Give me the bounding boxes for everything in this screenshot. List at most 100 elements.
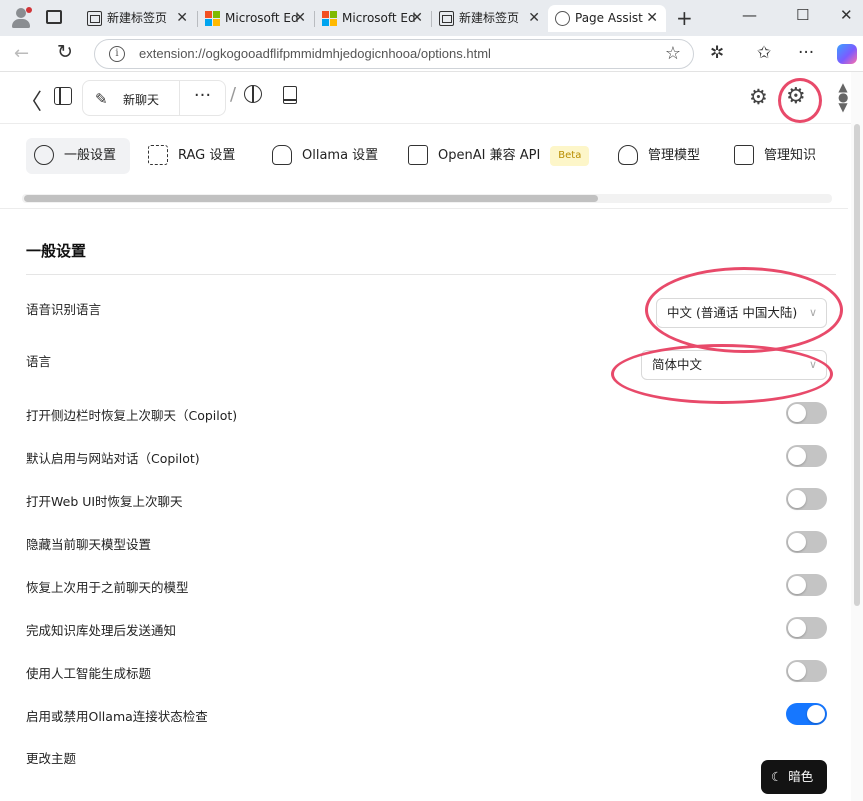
close-icon[interactable]: ✕ <box>294 5 306 32</box>
more-options-icon[interactable]: ··· <box>798 43 814 63</box>
path-separator: / <box>230 84 237 105</box>
chat-icon <box>555 11 570 26</box>
nav-label: Ollama 设置 <box>302 148 379 163</box>
browser-tab[interactable]: 新建标签页 ✕ <box>80 5 196 32</box>
book-icon[interactable] <box>283 86 297 104</box>
more-button[interactable]: ··· <box>180 80 226 116</box>
browser-tab[interactable]: Microsoft Ed ✕ <box>315 5 431 32</box>
moon-icon: ☾ <box>771 769 783 784</box>
tab-label: Microsoft Ed <box>225 11 299 25</box>
window-close-icon[interactable]: ✕ <box>840 6 853 24</box>
browser-tab-strip: 新建标签页 ✕ Microsoft Ed ✕ Microsoft Ed ✕ 新建… <box>0 0 863 36</box>
section-title: 一般设置 <box>26 242 87 260</box>
new-chat-label: 新聊天 <box>123 93 160 107</box>
address-bar[interactable]: i extension://ogkogooadflifpmmidmhjedogi… <box>94 39 694 69</box>
toggle-label: 默认启用与网站对话（Copilot) <box>26 451 200 466</box>
theme-label: 更改主题 <box>26 751 77 766</box>
toggle-label: 使用人工智能生成标题 <box>26 666 152 681</box>
knowledge-notify-toggle[interactable] <box>786 617 827 639</box>
reload-icon[interactable]: ↻ <box>57 41 73 63</box>
microsoft-icon <box>205 11 220 26</box>
nav-ollama-settings[interactable]: Ollama 设置 <box>272 138 392 174</box>
extensions-icon[interactable]: ✲ <box>710 43 724 63</box>
copilot-icon[interactable] <box>837 44 857 64</box>
settings-gear-icon[interactable]: ⚙ <box>749 85 768 109</box>
favorites-icon[interactable]: ✩ <box>757 43 771 63</box>
browser-tab-active[interactable]: Page Assist ✕ <box>548 5 666 32</box>
language-select[interactable]: 简体中文 ∨ <box>641 350 827 380</box>
nav-scrollbar[interactable] <box>22 194 832 203</box>
favorite-star-icon[interactable]: ☆ <box>665 43 681 64</box>
rag-icon <box>148 144 168 165</box>
settings-nav: 一般设置 RAG 设置 Ollama 设置 OpenAI 兼容 API Beta … <box>0 124 848 208</box>
theme-button-label: 暗色 <box>788 769 814 784</box>
new-chat-button[interactable]: ✎ 新聊天 <box>82 80 180 116</box>
toggle-label: 完成知识库处理后发送通知 <box>26 623 177 638</box>
select-value: 简体中文 <box>652 357 703 372</box>
general-settings-icon <box>34 144 54 165</box>
hide-model-settings-toggle[interactable] <box>786 531 827 553</box>
info-icon[interactable]: i <box>109 46 125 62</box>
nav-label: 管理知识 <box>764 148 817 163</box>
close-icon[interactable]: ✕ <box>411 5 423 32</box>
close-icon[interactable]: ✕ <box>176 5 188 32</box>
dark-theme-button[interactable]: ☾ 暗色 <box>761 760 827 794</box>
minimize-icon[interactable]: — <box>742 6 757 24</box>
ollama-status-check-toggle[interactable] <box>786 703 827 725</box>
nav-label: 管理模型 <box>648 148 701 163</box>
restore-model-toggle[interactable] <box>786 574 827 596</box>
toggle-label: 打开Web UI时恢复上次聊天 <box>26 494 183 509</box>
close-icon[interactable]: ✕ <box>646 5 658 32</box>
nav-label: OpenAI 兼容 API <box>438 148 541 163</box>
restore-chat-webui-toggle[interactable] <box>786 488 827 510</box>
nav-general-settings[interactable]: 一般设置 <box>26 138 130 174</box>
nav-manage-knowledge[interactable]: 管理知识 <box>734 138 834 174</box>
beta-badge: Beta <box>550 145 590 166</box>
edit-icon: ✎ <box>95 90 108 108</box>
toggle-label: 恢复上次用于之前聊天的模型 <box>26 580 189 595</box>
settings-icon[interactable]: ⚙ <box>786 84 806 109</box>
newtab-icon <box>87 11 102 26</box>
new-tab-button[interactable]: + <box>676 6 693 30</box>
nav-manage-models[interactable]: 管理模型 <box>618 138 718 174</box>
restore-chat-sidebar-toggle[interactable] <box>786 402 827 424</box>
scroll-arrows-icon: ▲ ● ▼ <box>838 80 849 114</box>
address-bar-row: ← ↻ i extension://ogkogooadflifpmmidmhje… <box>0 36 863 72</box>
back-arrow-icon[interactable]: 〈 <box>20 84 42 116</box>
toggle-label: 隐藏当前聊天模型设置 <box>26 537 152 552</box>
nav-label: 一般设置 <box>64 148 117 163</box>
tab-actions-icon[interactable] <box>46 10 62 24</box>
divider <box>26 274 836 275</box>
chip-icon <box>408 144 428 165</box>
maximize-icon[interactable]: ☐ <box>796 6 809 24</box>
nav-label: RAG 设置 <box>178 148 236 163</box>
browser-back-icon[interactable]: ← <box>14 43 29 64</box>
browser-tab[interactable]: 新建标签页 ✕ <box>432 5 548 32</box>
speech-language-select[interactable]: 中文 (普通话 中国大陆) ∨ <box>656 298 827 328</box>
close-icon[interactable]: ✕ <box>528 5 540 32</box>
sidebar-toggle-icon[interactable] <box>54 87 72 105</box>
chevron-down-icon: ∨ <box>808 306 817 319</box>
tab-label: Page Assist <box>575 11 643 25</box>
app-header: 〈 ✎ 新聊天 ··· / ⚙ ⚙ ▲ ● ▼ <box>0 72 863 124</box>
browser-tab[interactable]: Microsoft Ed ✕ <box>198 5 314 32</box>
chevron-down-icon: ∨ <box>808 358 817 371</box>
page-scroll-thumb[interactable] <box>854 124 860 606</box>
nav-openai-api[interactable]: OpenAI 兼容 API Beta <box>408 138 608 174</box>
speech-language-label: 语音识别语言 <box>26 302 102 317</box>
profile-avatar-icon[interactable] <box>8 6 34 30</box>
tab-label: 新建标签页 <box>107 11 168 25</box>
nav-scroll-thumb[interactable] <box>24 195 598 202</box>
chat-with-website-toggle[interactable] <box>786 445 827 467</box>
blocks-icon <box>734 144 754 165</box>
page-scrollbar[interactable] <box>851 72 863 801</box>
toggle-label: 打开侧边栏时恢复上次聊天（Copilot) <box>26 408 238 423</box>
nav-rag-settings[interactable]: RAG 设置 <box>148 138 258 174</box>
tab-label: 新建标签页 <box>459 11 520 25</box>
toggle-label: 启用或禁用Ollama连接状态检查 <box>26 709 208 724</box>
select-value: 中文 (普通话 中国大陆) <box>667 305 798 320</box>
ai-title-toggle[interactable] <box>786 660 827 682</box>
brain-icon[interactable] <box>244 85 262 103</box>
url-text[interactable]: extension://ogkogooadflifpmmidmhjedogicn… <box>139 46 491 61</box>
microsoft-icon <box>322 11 337 26</box>
